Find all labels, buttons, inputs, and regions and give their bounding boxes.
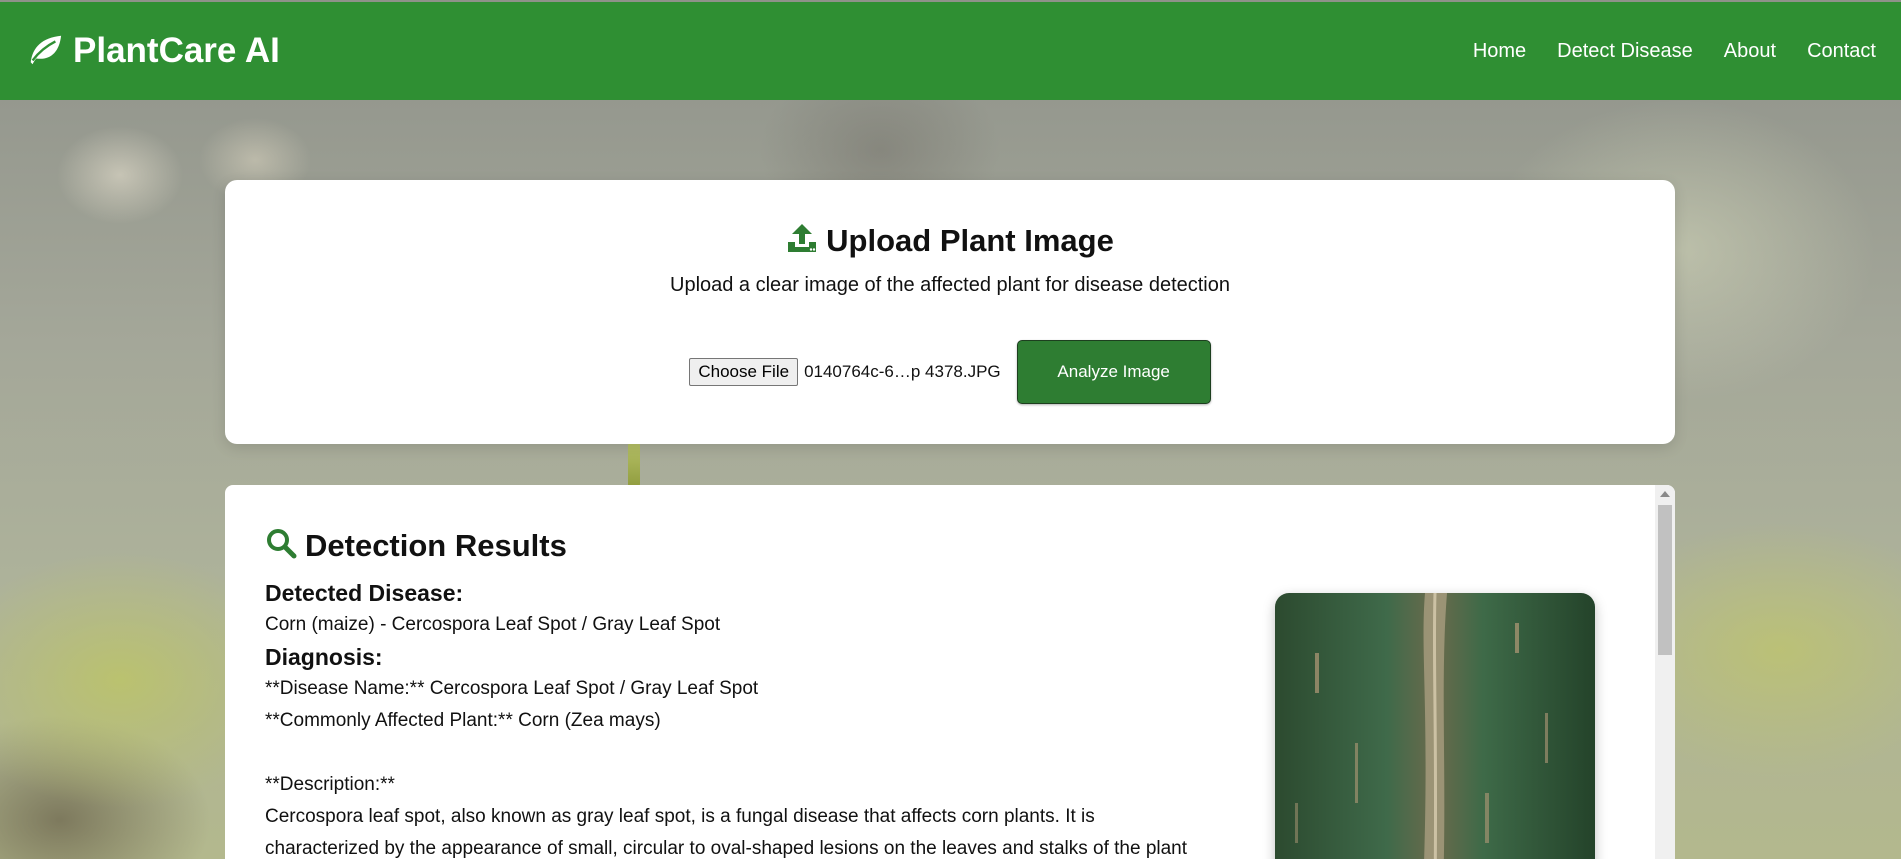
background-plant-stem [628, 440, 640, 490]
upload-card: Upload Plant Image Upload a clear image … [225, 180, 1675, 444]
upload-form: Choose File 0140764c-6…p 4378.JPG Analyz… [225, 340, 1675, 404]
results-card: Detection Results Detected Disease: Corn… [225, 485, 1675, 859]
top-navbar: PlantCare AI Home Detect Disease About C… [0, 2, 1901, 100]
nav-home[interactable]: Home [1473, 40, 1526, 63]
upload-title-row: Upload Plant Image [225, 222, 1675, 259]
brand[interactable]: PlantCare AI [25, 31, 280, 72]
nav-about[interactable]: About [1724, 40, 1776, 63]
search-icon [265, 527, 297, 564]
diagnosis-line: Cercospora leaf spot, also known as gray… [265, 806, 1095, 827]
uploaded-leaf-image [1275, 593, 1595, 859]
detected-disease-heading: Detected Disease: [265, 580, 464, 606]
results-text: Detected Disease: Corn (maize) - Cercosp… [265, 577, 1295, 859]
scrollbar-thumb[interactable] [1658, 505, 1672, 655]
brand-title: PlantCare AI [73, 31, 280, 70]
diagnosis-heading: Diagnosis: [265, 644, 383, 670]
diagnosis-line: **Description:** [265, 774, 395, 795]
upload-subtitle: Upload a clear image of the affected pla… [670, 274, 1230, 296]
detected-disease-value: Corn (maize) - Cercospora Leaf Spot / Gr… [265, 614, 721, 635]
upload-icon [786, 222, 818, 259]
results-title: Detection Results [305, 527, 567, 563]
diagnosis-line: characterized by the appearance of small… [265, 838, 1188, 859]
diagnosis-line: **Disease Name:** Cercospora Leaf Spot /… [265, 678, 759, 699]
diagnosis-line: **Commonly Affected Plant:** Corn (Zea m… [265, 710, 661, 731]
leaf-icon [25, 31, 63, 72]
upload-title: Upload Plant Image [826, 222, 1114, 258]
selected-file-name: 0140764c-6…p 4378.JPG [804, 362, 1001, 381]
scroll-up-arrow-icon[interactable] [1660, 491, 1670, 497]
choose-file-button[interactable]: Choose File [689, 358, 799, 386]
main-nav: Home Detect Disease About Contact [1473, 40, 1876, 63]
results-scrollbar[interactable] [1655, 485, 1675, 859]
results-title-row: Detection Results [265, 527, 567, 564]
nav-detect-disease[interactable]: Detect Disease [1557, 40, 1693, 63]
nav-contact[interactable]: Contact [1807, 40, 1876, 63]
file-input[interactable]: Choose File 0140764c-6…p 4378.JPG [689, 358, 1001, 386]
analyze-image-button[interactable]: Analyze Image [1016, 340, 1211, 404]
